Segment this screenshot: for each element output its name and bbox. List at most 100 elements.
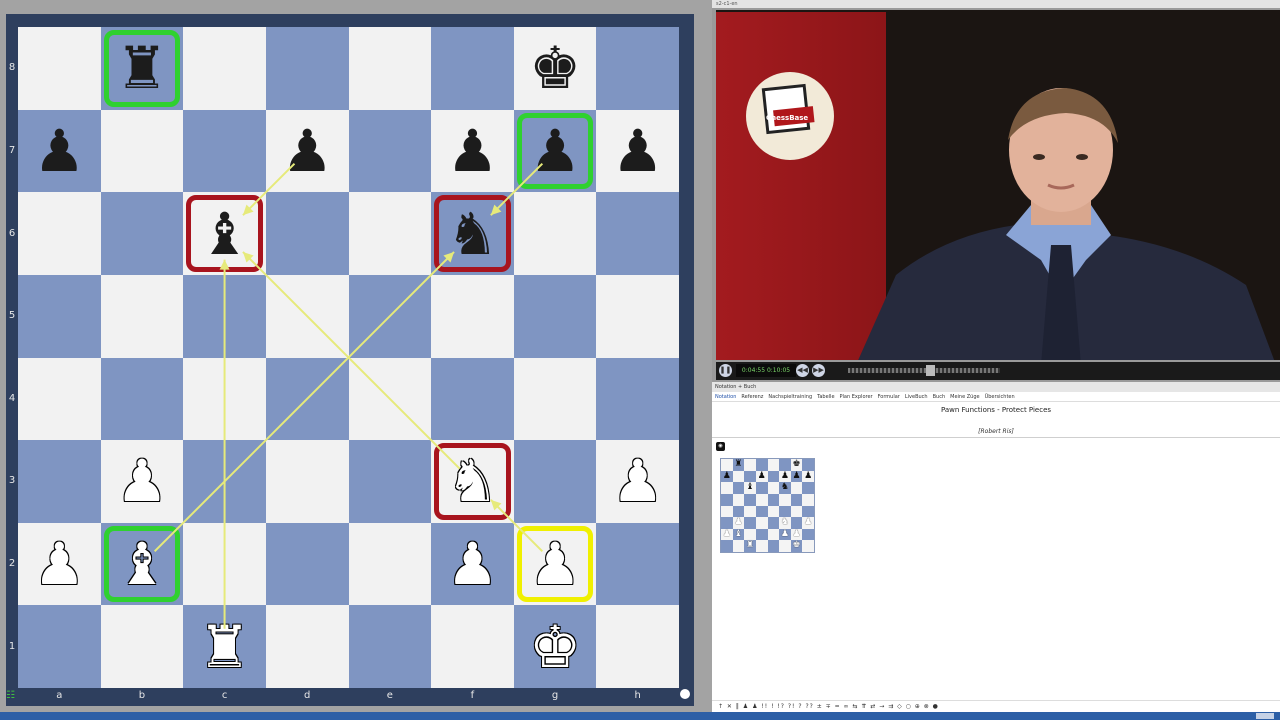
black-king-icon[interactable]: ♚ <box>514 27 597 110</box>
square-c1[interactable]: ♜ <box>183 605 266 688</box>
square-e7[interactable] <box>348 109 432 193</box>
tab-tabelle[interactable]: Tabelle <box>817 392 834 401</box>
black-pawn-icon[interactable]: ♟ <box>596 110 679 193</box>
chess-board[interactable]: ♜ ♚ ♟ ♟ ♟ ♟ ♟ ♝ ♞ ♟ ♞ ♟ ♟ ♝ ♟ ♟ ♜ ♚ <box>18 27 679 688</box>
black-bishop-icon[interactable]: ♝ <box>183 192 266 275</box>
square-h4[interactable] <box>596 357 679 441</box>
diagram-board[interactable]: ♜ ♚ ♟ ♟ ♟ ♟ ♟ ♝ ♞ ♟ ♞ ♟ ♟ ♝ ♟ ♟ ♜ ♚ <box>720 458 815 553</box>
square-a2[interactable]: ♟ <box>18 522 101 606</box>
square-c3[interactable] <box>183 440 266 523</box>
square-f6[interactable]: ♞ <box>431 192 514 275</box>
square-h8[interactable] <box>596 27 679 110</box>
square-b5[interactable] <box>100 274 184 358</box>
black-pawn-icon[interactable]: ♟ <box>266 110 349 193</box>
square-b3[interactable]: ♟ <box>100 440 184 523</box>
square-h1[interactable] <box>596 605 679 688</box>
white-pawn-icon[interactable]: ♟ <box>18 523 101 606</box>
square-d8[interactable] <box>265 27 349 110</box>
rewind-icon[interactable]: ◀◀ <box>796 364 809 377</box>
white-pawn-icon[interactable]: ♟ <box>596 440 679 523</box>
square-b8[interactable]: ♜ <box>100 27 184 110</box>
tab-übersichten[interactable]: Übersichten <box>985 392 1015 401</box>
square-e1[interactable] <box>348 605 432 688</box>
black-pawn-icon[interactable]: ♟ <box>431 110 514 193</box>
square-g1[interactable]: ♚ <box>513 605 597 688</box>
square-h6[interactable] <box>596 192 679 275</box>
square-f8[interactable] <box>431 27 514 110</box>
square-g6[interactable] <box>513 192 597 275</box>
tab-referenz[interactable]: Referenz <box>741 392 763 401</box>
diagram-icon[interactable]: ◉ <box>716 442 725 451</box>
square-f5[interactable] <box>431 274 514 358</box>
square-b6[interactable] <box>100 192 184 275</box>
square-a7[interactable]: ♟ <box>18 109 101 193</box>
square-a3[interactable] <box>18 440 101 523</box>
white-bishop-icon[interactable]: ♝ <box>101 523 184 606</box>
square-e3[interactable] <box>348 440 432 523</box>
square-b1[interactable] <box>100 605 184 688</box>
tab-meine-züge[interactable]: Meine Züge <box>950 392 979 401</box>
square-f4[interactable] <box>431 357 514 441</box>
square-f7[interactable]: ♟ <box>431 109 514 193</box>
square-h3[interactable]: ♟ <box>596 440 679 523</box>
square-d1[interactable] <box>265 605 349 688</box>
white-knight-icon[interactable]: ♞ <box>431 440 514 523</box>
seek-bar[interactable] <box>848 368 1000 373</box>
square-e2[interactable] <box>348 522 432 606</box>
square-h2[interactable] <box>596 522 679 606</box>
black-knight-icon[interactable]: ♞ <box>431 192 514 275</box>
square-d6[interactable] <box>265 192 349 275</box>
tab-notation[interactable]: Notation <box>715 392 736 401</box>
square-c4[interactable] <box>183 357 266 441</box>
square-e8[interactable] <box>348 27 432 110</box>
square-f2[interactable]: ♟ <box>431 522 514 606</box>
taskbar-item[interactable] <box>1256 713 1274 719</box>
square-g8[interactable]: ♚ <box>513 27 597 110</box>
square-h7[interactable]: ♟ <box>596 109 679 193</box>
square-d3[interactable] <box>265 440 349 523</box>
tab-buch[interactable]: Buch <box>933 392 946 401</box>
square-d5[interactable] <box>265 274 349 358</box>
tab-nachspieltraining[interactable]: Nachspieltraining <box>768 392 812 401</box>
annotation-toolbar[interactable]: ↑ ✕ ‖ ♟ ♟ !! ! !? ?! ? ?? ± ∓ = ∞ ⇆ ⇈ ⇄ … <box>712 700 1280 712</box>
white-rook-icon[interactable]: ♜ <box>183 605 266 688</box>
square-e5[interactable] <box>348 274 432 358</box>
black-pawn-icon[interactable]: ♟ <box>18 110 101 193</box>
white-pawn-icon[interactable]: ♟ <box>431 523 514 606</box>
video-frame[interactable]: ChessBase <box>716 10 1280 360</box>
square-f3[interactable]: ♞ <box>431 440 514 523</box>
square-a8[interactable] <box>18 27 101 110</box>
square-c8[interactable] <box>183 27 266 110</box>
white-king-icon[interactable]: ♚ <box>514 605 597 688</box>
square-g5[interactable] <box>513 274 597 358</box>
white-pawn-icon[interactable]: ♟ <box>514 523 597 606</box>
tab-livebuch[interactable]: LiveBuch <box>905 392 928 401</box>
white-pawn-icon[interactable]: ♟ <box>101 440 184 523</box>
square-g3[interactable] <box>513 440 597 523</box>
coordinates-icon[interactable]: ☷ <box>6 690 15 701</box>
square-b4[interactable] <box>100 357 184 441</box>
square-a5[interactable] <box>18 274 101 358</box>
square-f1[interactable] <box>431 605 514 688</box>
black-pawn-icon[interactable]: ♟ <box>514 110 597 193</box>
square-d2[interactable] <box>265 522 349 606</box>
square-c6[interactable]: ♝ <box>183 192 266 275</box>
forward-icon[interactable]: ▶▶ <box>812 364 825 377</box>
square-g2[interactable]: ♟ <box>513 522 597 606</box>
square-g7[interactable]: ♟ <box>513 109 597 193</box>
square-e6[interactable] <box>348 192 432 275</box>
square-a6[interactable] <box>18 192 101 275</box>
square-a1[interactable] <box>18 605 101 688</box>
tab-formular[interactable]: Formular <box>878 392 900 401</box>
tab-plan-explorer[interactable]: Plan Explorer <box>840 392 873 401</box>
seek-thumb[interactable] <box>926 365 935 376</box>
square-e4[interactable] <box>348 357 432 441</box>
square-g4[interactable] <box>513 357 597 441</box>
square-b7[interactable] <box>100 109 184 193</box>
square-c5[interactable] <box>183 274 266 358</box>
square-c2[interactable] <box>183 522 266 606</box>
square-b2[interactable]: ♝ <box>100 522 184 606</box>
square-a4[interactable] <box>18 357 101 441</box>
square-d4[interactable] <box>265 357 349 441</box>
square-d7[interactable]: ♟ <box>265 109 349 193</box>
